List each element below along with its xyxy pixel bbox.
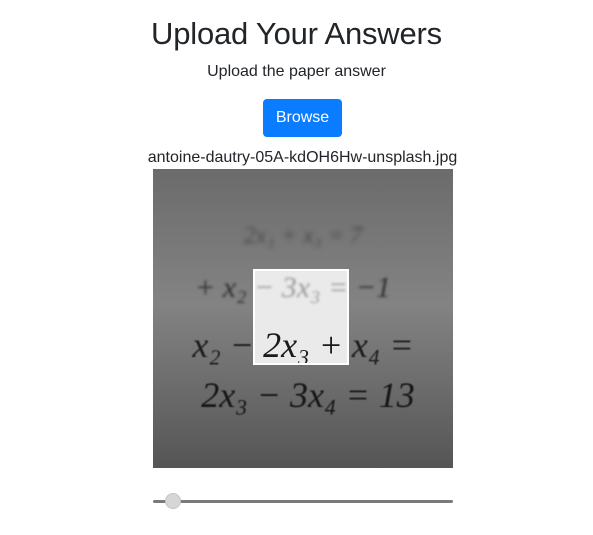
upload-page: Upload Your Answers Upload the paper ans…: [0, 0, 593, 535]
page-subtitle: Upload the paper answer: [207, 63, 386, 80]
zoom-slider-track[interactable]: [153, 500, 453, 503]
zoom-slider-thumb[interactable]: [165, 493, 182, 509]
crop-selection-box[interactable]: + x₂ − 3x₃ = −1 x₂ − 2x₃ + x₄ =: [253, 269, 349, 365]
zoom-slider[interactable]: [153, 491, 453, 513]
page-title: Upload Your Answers: [151, 16, 442, 51]
browse-button[interactable]: Browse: [263, 99, 342, 137]
selected-file-name: antoine-dautry-05A-kdOH6Hw-unsplash.jpg: [147, 149, 458, 166]
crop-preview: + x₂ − 3x₃ = −1 x₂ − 2x₃ + x₄ =: [253, 271, 349, 365]
crop-equation-line-3: x₂ − 2x₃ + x₄ =: [253, 325, 349, 365]
equation-line-4: 2x₃ − 3x₄ = 13: [201, 375, 415, 415]
answer-photo: 2x₁ + x₃ = 7 + x₂ − 3x₃ = −1 x₂ − 2x₃ + …: [153, 169, 453, 468]
crop-equation-line-2: + x₂ − 3x₃ = −1: [253, 271, 349, 304]
equation-line-1: 2x₁ + x₃ = 7: [244, 223, 363, 249]
